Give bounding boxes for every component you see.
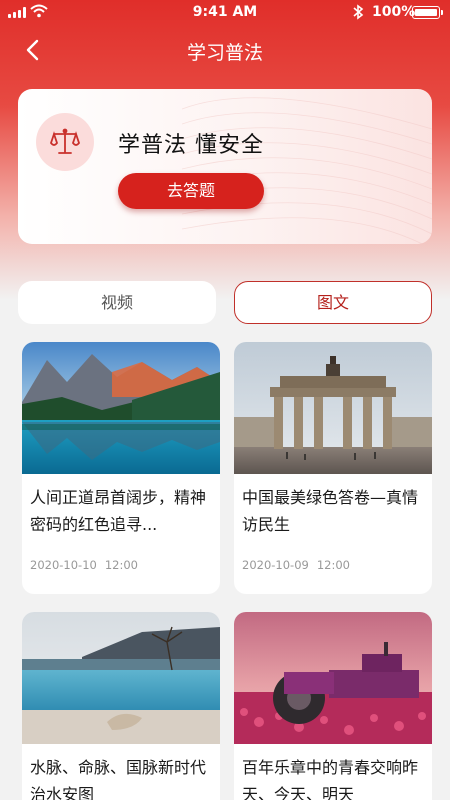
scales-of-justice-icon [36, 113, 94, 171]
article-card[interactable]: 百年乐章中的青春交响昨天、今天、明天 [234, 612, 432, 800]
quiz-banner: 学普法 懂安全 去答题 [18, 89, 432, 244]
article-card[interactable]: 水脉、命脉、国脉新时代治水安图 [22, 612, 220, 800]
article-card[interactable]: 中国最美绿色答卷—真情访民生 2020-10-09 12:00 [234, 342, 432, 594]
article-title: 水脉、命脉、国脉新时代治水安图 [30, 758, 207, 800]
article-time: 12:00 [316, 558, 350, 572]
page-title: 学习普法 [186, 42, 263, 64]
navigation-bar: 学习普法 [0, 30, 450, 70]
article-thumbnail [234, 342, 432, 474]
article-thumbnail [22, 612, 220, 744]
article-date: 2020-10-09 [242, 558, 309, 572]
banner-title: 学普法 懂安全 [118, 133, 264, 158]
article-card[interactable]: 人间正道昂首阔步，精神密码的红色追寻... 2020-10-10 12:00 [22, 342, 220, 594]
article-title: 人间正道昂首阔步，精神密码的红色追寻... [30, 488, 207, 534]
article-date: 2020-10-10 [30, 558, 97, 572]
tab-video[interactable]: 视频 [18, 281, 216, 324]
bluetooth-icon [353, 4, 364, 20]
decorative-pattern [182, 97, 432, 244]
article-thumbnail [22, 342, 220, 474]
content-tabs: 视频 图文 [18, 281, 432, 324]
article-thumbnail [234, 612, 432, 744]
status-bar: 9:41 AM 100% [0, 0, 450, 26]
article-title: 中国最美绿色答卷—真情访民生 [242, 488, 419, 534]
start-quiz-button[interactable]: 去答题 [118, 173, 264, 209]
battery-percentage: 100% [372, 4, 416, 20]
tab-article[interactable]: 图文 [234, 281, 432, 324]
article-title: 百年乐章中的青春交响昨天、今天、明天 [242, 758, 419, 800]
battery-icon [412, 6, 443, 19]
article-meta: 2020-10-10 12:00 [30, 558, 138, 572]
article-meta: 2020-10-09 12:00 [242, 558, 350, 572]
article-time: 12:00 [104, 558, 138, 572]
